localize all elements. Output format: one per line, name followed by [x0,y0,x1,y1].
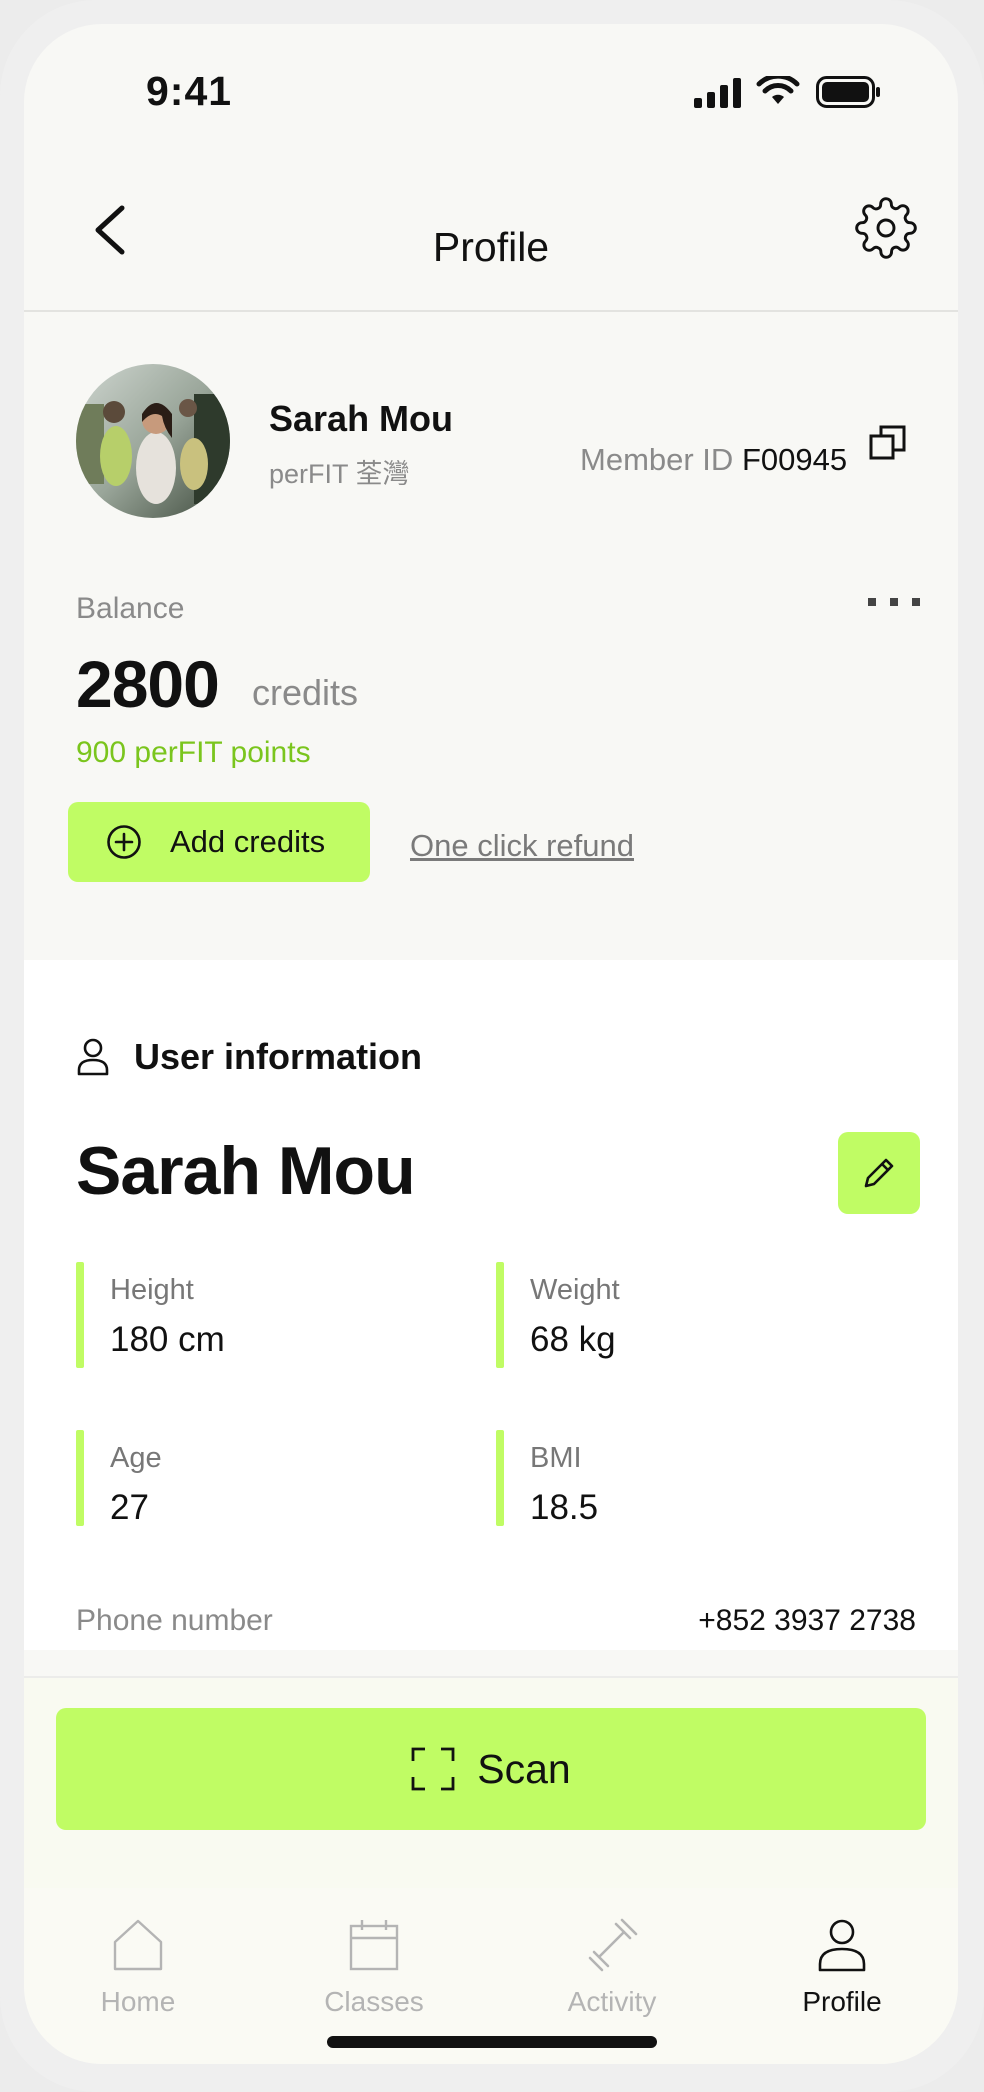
scan-button[interactable]: Scan [56,1708,926,1830]
wifi-icon [756,76,800,104]
stat-value: 27 [110,1488,149,1527]
screen: 9:41 Profile Sarah Mou perFIT 荃灣 Member … [24,24,958,2064]
header-divider [24,310,958,312]
signal-icon [694,78,741,108]
user-info-title: User information [134,1036,423,1077]
copy-icon[interactable] [869,424,907,462]
phone-frame: 9:41 Profile Sarah Mou perFIT 荃灣 Member … [0,0,984,2092]
stat-value: 180 cm [110,1320,225,1359]
home-icon [113,1919,163,1971]
perfit-points: 900 perFIT points [76,736,311,769]
pencil-icon [864,1158,894,1188]
tab-profile[interactable]: Profile [762,1918,922,2018]
balance-label: Balance [76,592,185,625]
person-icon [818,1919,866,1972]
status-time: 9:41 [146,68,233,114]
person-icon [77,1038,109,1076]
stat-value: 18.5 [530,1488,599,1527]
user-full-name: Sarah Mou [76,1133,416,1209]
stat-height: Height 180 cm [76,1262,436,1368]
member-id-label: Member ID [580,442,734,477]
battery-icon [816,76,880,108]
phone-number-label: Phone number [76,1604,273,1637]
tab-classes[interactable]: Classes [294,1918,454,2018]
tab-activity[interactable]: Activity [532,1918,692,2018]
add-credits-label: Add credits [170,824,326,859]
profile-gym: perFIT 荃灣 [269,459,410,489]
profile-name: Sarah Mou [269,398,454,439]
more-options-icon[interactable] [866,592,922,612]
tab-home[interactable]: Home [58,1918,218,2018]
gear-icon[interactable] [854,196,918,260]
dumbbell-icon [588,1918,638,1972]
stat-age: Age 27 [76,1430,436,1527]
balance-amount: 2800 [76,647,220,721]
stat-bmi: BMI 18.5 [496,1430,856,1527]
stat-weight: Weight 68 kg [496,1262,856,1368]
member-id-value: F00945 [741,442,848,477]
add-credits-button[interactable]: Add credits [68,802,370,882]
stat-label: Age [110,1442,162,1474]
member-id: Member ID F00945 [580,442,847,478]
scan-frame-icon [411,1747,455,1791]
stat-accent-bar [76,1430,84,1526]
tab-label: Profile [802,1986,882,2017]
one-click-refund-link[interactable]: One click refund [410,828,634,864]
plus-circle-icon [107,825,141,859]
page-title: Profile [432,224,550,270]
stat-accent-bar [76,1262,84,1368]
avatar[interactable] [76,364,230,518]
home-indicator [327,2036,657,2048]
calendar-icon [349,1920,399,1971]
tab-label: Home [100,1986,176,2017]
edit-button[interactable] [838,1132,920,1214]
stat-accent-bar [496,1430,504,1526]
tab-label: Classes [324,1986,424,2017]
stat-value: 68 kg [530,1320,616,1359]
stat-label: BMI [530,1442,582,1474]
scan-label: Scan [477,1745,571,1792]
tab-label: Activity [567,1986,657,2017]
stat-label: Weight [530,1274,620,1306]
stat-accent-bar [496,1262,504,1368]
balance-unit: credits [252,672,359,713]
phone-number-value: +852 3937 2738 [698,1604,916,1637]
stat-label: Height [110,1274,194,1306]
